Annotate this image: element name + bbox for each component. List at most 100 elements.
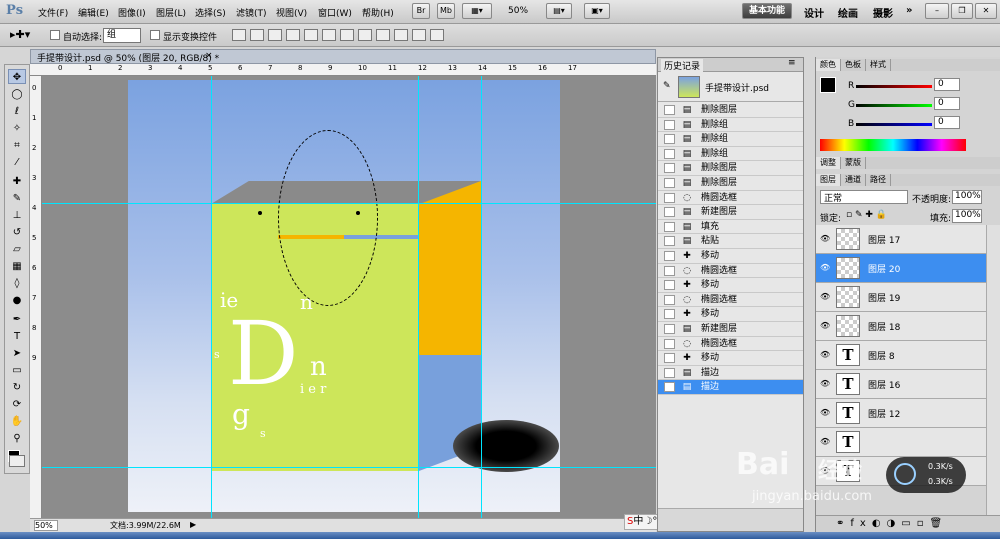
layer-row[interactable]: 👁 T 图层 16 <box>816 370 986 399</box>
zoom-level[interactable]: 50% <box>508 6 528 16</box>
history-brush-tool-icon[interactable]: ↺ <box>8 225 26 240</box>
type-tool-icon[interactable]: T <box>8 329 26 344</box>
elliptical-selection[interactable] <box>278 130 378 306</box>
menu-window[interactable]: 窗口(W) <box>318 6 352 19</box>
layer-row[interactable]: 👁 图层 20 <box>816 254 986 283</box>
history-step[interactable]: ◌ 椭圆选框 <box>658 264 803 279</box>
layer-name[interactable]: 图层 18 <box>868 320 900 333</box>
tab-swatches[interactable]: 色板 <box>841 59 866 71</box>
dodge-tool-icon[interactable]: ● <box>8 293 26 308</box>
guide-vertical-1[interactable] <box>211 76 212 518</box>
history-brush-checkbox[interactable] <box>664 309 675 320</box>
distribute-hcenter-icon[interactable] <box>412 29 426 41</box>
distribute-bottom-icon[interactable] <box>376 29 390 41</box>
lock-icons[interactable]: ▫ ✎ ✚ 🔒 <box>846 210 887 220</box>
history-brush-checkbox[interactable] <box>664 280 675 291</box>
marquee-tool-icon[interactable]: ◯ <box>8 87 26 102</box>
status-arrow-icon[interactable]: ▶ <box>190 520 196 529</box>
fill-input[interactable]: 100% <box>952 209 982 223</box>
zoom-tool-icon[interactable]: ⚲ <box>8 431 26 446</box>
b-value-input[interactable]: 0 <box>934 116 960 129</box>
restore-button[interactable]: ❐ <box>951 3 973 19</box>
history-brush-checkbox[interactable] <box>664 163 675 174</box>
document-canvas[interactable]: ie n D s n i e r g s <box>128 80 560 512</box>
layer-name[interactable]: 图层 12 <box>868 407 900 420</box>
work-area[interactable]: ie n D s n i e r g s <box>42 76 656 518</box>
tab-layers[interactable]: 图层 <box>816 174 841 186</box>
tab-channels[interactable]: 通道 <box>841 174 866 186</box>
color-ramp[interactable] <box>820 139 966 151</box>
history-brush-checkbox[interactable] <box>664 236 675 247</box>
history-brush-checkbox[interactable] <box>664 207 675 218</box>
history-step[interactable]: ◌ 椭圆选框 <box>658 293 803 308</box>
history-step[interactable]: ◌ 椭圆选框 <box>658 191 803 206</box>
visibility-eye-icon[interactable]: 👁 <box>820 263 830 272</box>
move-tool-preset-icon[interactable]: ▸✚▾ <box>10 28 30 41</box>
layer-name[interactable]: 图层 19 <box>868 291 900 304</box>
layers-scrollbar[interactable] <box>986 225 1000 515</box>
distribute-vcenter-icon[interactable] <box>358 29 372 41</box>
tab-paths[interactable]: 路径 <box>866 174 891 186</box>
history-brush-checkbox[interactable] <box>664 324 675 334</box>
history-brush-checkbox[interactable] <box>664 134 675 145</box>
opacity-input[interactable]: 100% <box>952 190 982 204</box>
layer-row[interactable]: 👁 T 图层 12 <box>816 399 986 428</box>
healing-brush-tool-icon[interactable]: ✚ <box>8 174 26 189</box>
menu-file[interactable]: 文件(F) <box>38 6 68 19</box>
layer-name[interactable]: 图层 17 <box>868 233 900 246</box>
history-step[interactable]: ▤ 新建图层 <box>658 205 803 220</box>
brush-tool-icon[interactable]: ✎ <box>8 191 26 206</box>
distribute-right-icon[interactable] <box>430 29 444 41</box>
distribute-top-icon[interactable] <box>340 29 354 41</box>
history-step[interactable]: ▤ 描边 <box>658 380 803 395</box>
history-step[interactable]: ▤ 填充 <box>658 220 803 235</box>
document-close-icon[interactable]: × <box>205 51 213 61</box>
mini-bridge-button[interactable]: Mb <box>437 3 455 19</box>
menu-image[interactable]: 图像(I) <box>118 6 146 19</box>
guide-horizontal-1[interactable] <box>42 203 656 204</box>
minimize-button[interactable]: – <box>925 3 949 19</box>
workspace-painting[interactable]: 绘画 <box>838 5 858 20</box>
eyedropper-tool-icon[interactable]: ⁄ <box>8 155 26 170</box>
auto-select-dropdown[interactable]: 组 <box>103 28 141 43</box>
extras-dropdown[interactable]: ▦▾ <box>462 3 492 19</box>
menu-select[interactable]: 选择(S) <box>195 6 226 19</box>
ime-moon-icon[interactable]: ☽ <box>643 516 652 527</box>
history-brush-checkbox[interactable] <box>664 353 675 364</box>
guide-vertical-2[interactable] <box>418 76 419 518</box>
g-value-input[interactable]: 0 <box>934 97 960 110</box>
history-brush-checkbox[interactable] <box>664 367 675 378</box>
visibility-eye-icon[interactable]: 👁 <box>820 234 830 243</box>
history-brush-checkbox[interactable] <box>664 105 675 115</box>
menu-layer[interactable]: 图层(L) <box>156 6 186 19</box>
history-step[interactable]: ▤ 删除组 <box>658 132 803 147</box>
panel-menu-icon[interactable]: ≡ <box>788 58 796 68</box>
ime-chinese-icon[interactable]: 中 <box>633 516 643 527</box>
history-snapshot[interactable]: ✎ 手提带设计.psd <box>658 73 803 102</box>
lasso-tool-icon[interactable]: ℓ <box>8 104 26 119</box>
g-slider[interactable] <box>856 104 932 107</box>
hand-tool-icon[interactable]: ✋ <box>8 414 26 429</box>
align-left-icon[interactable] <box>286 29 300 41</box>
history-step[interactable]: ▤ 粘贴 <box>658 234 803 249</box>
shape-tool-icon[interactable]: ▭ <box>8 363 26 378</box>
status-zoom[interactable]: 50% <box>34 520 58 531</box>
quick-mask-icon[interactable] <box>9 455 25 467</box>
close-button[interactable]: ✕ <box>975 3 997 19</box>
crop-tool-icon[interactable]: ⌗ <box>8 138 26 153</box>
distribute-left-icon[interactable] <box>394 29 408 41</box>
history-brush-checkbox[interactable] <box>664 192 675 203</box>
move-tool-icon[interactable]: ✥ <box>8 69 26 84</box>
tab-styles[interactable]: 样式 <box>866 59 891 71</box>
tab-adjustments[interactable]: 调整 <box>816 157 841 169</box>
align-right-icon[interactable] <box>322 29 336 41</box>
arrange-dropdown[interactable]: ▤▾ <box>546 3 572 19</box>
menu-filter[interactable]: 滤镜(T) <box>236 6 267 19</box>
layer-name[interactable]: 图层 16 <box>868 378 900 391</box>
history-brush-source-icon[interactable]: ✎ <box>663 81 671 91</box>
eraser-tool-icon[interactable]: ▱ <box>8 242 26 257</box>
history-step[interactable]: ▤ 描边 <box>658 366 803 381</box>
layer-name[interactable]: 图层 20 <box>868 262 900 275</box>
guide-vertical-3[interactable] <box>481 76 482 518</box>
visibility-eye-icon[interactable]: 👁 <box>820 437 830 446</box>
